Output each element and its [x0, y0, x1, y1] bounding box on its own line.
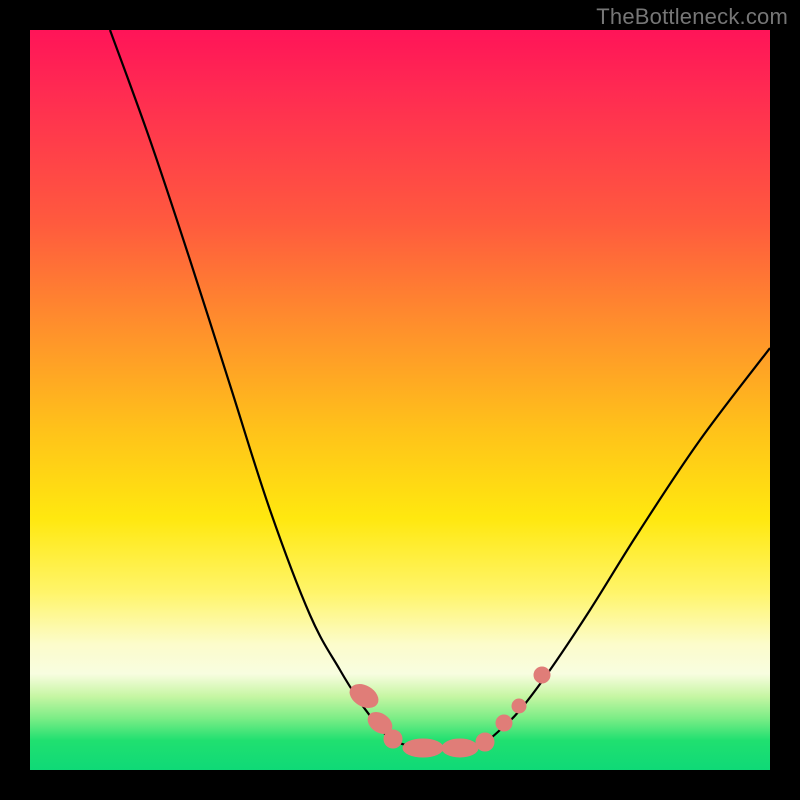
bead — [534, 667, 550, 683]
bead — [403, 739, 443, 757]
bead — [496, 715, 512, 731]
bead — [384, 730, 402, 748]
v-curve — [110, 30, 770, 748]
bead — [512, 699, 526, 713]
watermark-text: TheBottleneck.com — [596, 4, 788, 30]
bead — [346, 680, 382, 712]
chart-frame — [30, 30, 770, 770]
bead — [476, 733, 494, 751]
bead — [442, 739, 478, 757]
chart-svg — [30, 30, 770, 770]
beads-group — [346, 667, 550, 757]
